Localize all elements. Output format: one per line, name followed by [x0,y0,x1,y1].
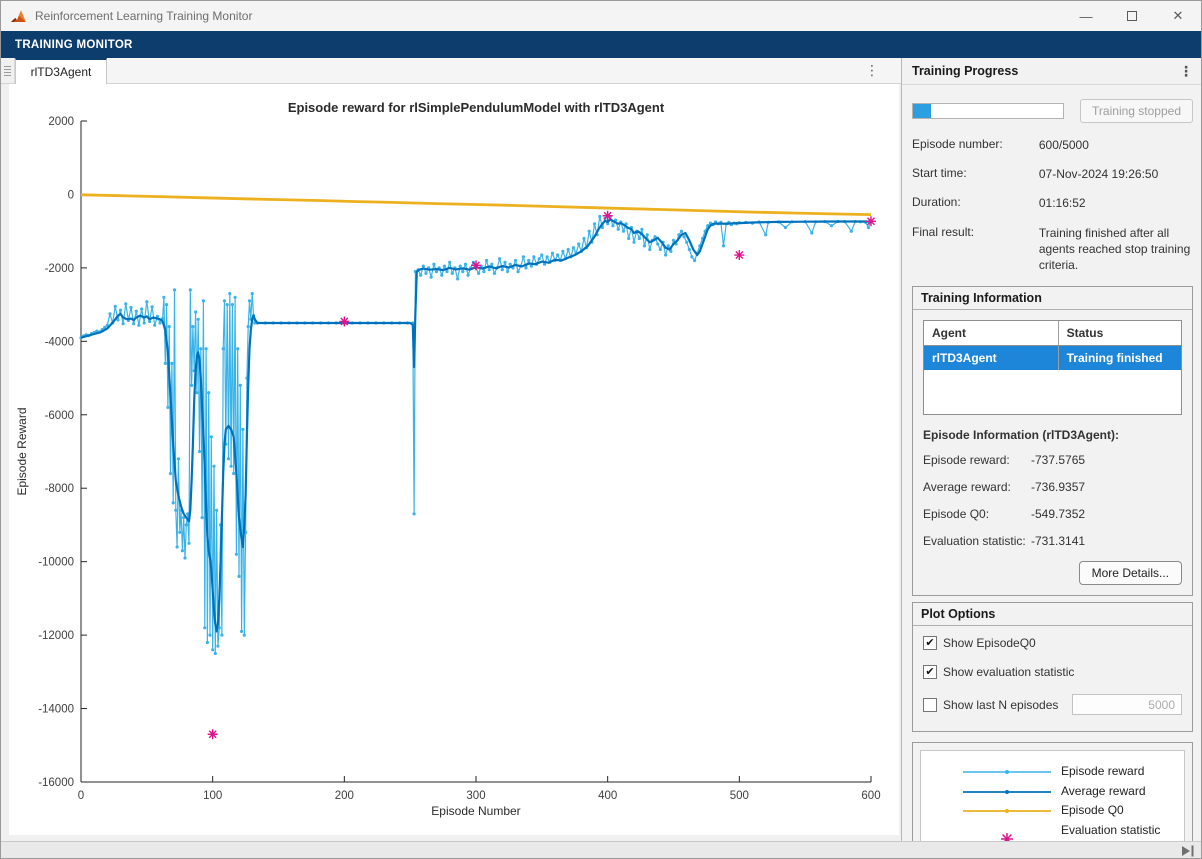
option-show-evaluation-statistic: ✔ Show evaluation statistic [923,665,1182,679]
progress-bar [912,103,1064,119]
panel-title: Training Progress [912,64,1018,78]
svg-text:-10000: -10000 [38,557,74,569]
show-episodeq0-checkbox[interactable]: ✔ [923,636,937,650]
minimize-button[interactable]: — [1063,1,1109,31]
app-window: Reinforcement Learning Training Monitor … [0,0,1202,859]
field-episode-number: Episode number: 600/5000 [912,137,1193,153]
svg-text:-16000: -16000 [38,777,74,789]
svg-text:Episode Reward: Episode Reward [15,407,29,495]
training-stopped-button[interactable]: Training stopped [1080,99,1193,123]
svg-text:600: 600 [861,790,880,802]
table-row[interactable]: rlTD3Agent Training finished [924,346,1181,370]
svg-text:0: 0 [78,790,84,802]
field-average-reward: Average reward: -736.9357 [923,480,1182,494]
svg-text:-14000: -14000 [38,704,74,716]
panel-header: Training Progress ⋮ [902,58,1202,85]
episode-information-title: Episode Information (rlTD3Agent): [923,428,1182,442]
tab-strip-menu-icon[interactable]: ⋮ [865,62,879,79]
field-start-time: Start time: 07-Nov-2024 19:26:50 [912,166,1193,182]
svg-text:2000: 2000 [48,116,74,128]
training-information-title: Training Information [913,287,1192,310]
legend-item-average-reward: Average reward [929,784,1176,800]
drag-grip-icon[interactable] [1,58,15,83]
svg-text:-2000: -2000 [45,263,74,275]
toolstrip: TRAINING MONITOR [1,31,1201,58]
table-header-row: Agent Status [924,321,1181,346]
panel-menu-icon[interactable]: ⋮ [1179,58,1193,85]
option-show-episodeq0: ✔ Show EpisodeQ0 [923,636,1182,650]
legend-item-episode-reward: Episode reward [929,764,1176,780]
svg-text:-8000: -8000 [45,483,74,495]
option-label: Show EpisodeQ0 [943,636,1036,650]
window-controls: — ✕ [1063,1,1201,31]
svg-text:-12000: -12000 [38,630,74,642]
tab-label: rlTD3Agent [31,65,92,79]
more-details-button[interactable]: More Details... [1079,561,1182,585]
episode-q0-line-swatch [963,806,1051,816]
toolstrip-tab-training-monitor[interactable]: TRAINING MONITOR [1,39,147,51]
maximize-button[interactable] [1109,1,1155,31]
title-bar: Reinforcement Learning Training Monitor … [1,1,1201,31]
svg-text:Episode Number: Episode Number [431,804,520,818]
progress-fields: Episode number: 600/5000 Start time: 07-… [912,137,1193,273]
show-last-n-episodes-checkbox[interactable] [923,698,937,712]
plot-options-title: Plot Options [913,603,1192,626]
field-duration: Duration: 01:16:52 [912,195,1193,211]
svg-text:-4000: -4000 [45,336,74,348]
training-information-section: Training Information Agent Status rlTD3A… [912,286,1193,596]
svg-text:100: 100 [203,790,222,802]
field-episode-reward: Episode reward: -737.5765 [923,453,1182,467]
document-area: rlTD3Agent ⋮ Episode reward for rlSimple… [1,58,901,841]
option-label: Show last N episodes [943,698,1058,712]
figure-panel: Episode reward for rlSimplePendulumModel… [9,84,899,835]
window-title: Reinforcement Learning Training Monitor [35,9,252,23]
field-episode-q0: Episode Q0: -549.7352 [923,507,1182,521]
svg-text:500: 500 [730,790,749,802]
svg-text:300: 300 [466,790,485,802]
svg-text:0: 0 [68,189,74,201]
reward-chart: Episode reward for rlSimplePendulumModel… [9,84,899,835]
training-progress-panel: Training Progress ⋮ Training stopped Epi… [901,58,1202,841]
plot-options-section: Plot Options ✔ Show EpisodeQ0 ✔ Show eva… [912,602,1193,732]
svg-text:Episode reward for rlSimplePen: Episode reward for rlSimplePendulumModel… [288,100,665,115]
progress-row: Training stopped [912,99,1193,123]
show-evaluation-statistic-checkbox[interactable]: ✔ [923,665,937,679]
tab-rltd3agent[interactable]: rlTD3Agent [15,58,107,84]
agent-status-table: Agent Status rlTD3Agent Training finishe… [923,320,1182,415]
close-button[interactable]: ✕ [1155,1,1201,31]
expand-status-bar-icon[interactable] [1181,845,1195,857]
progress-fill [913,104,931,118]
field-evaluation-statistic: Evaluation statistic: -731.3141 [923,534,1182,548]
svg-text:400: 400 [598,790,617,802]
status-bar [1,841,1201,859]
legend-item-episode-q0: Episode Q0 [929,803,1176,819]
last-n-episodes-input[interactable] [1072,694,1182,715]
option-label: Show evaluation statistic [943,665,1074,679]
matlab-logo-icon [10,9,27,24]
option-show-last-n-episodes: Show last N episodes [923,694,1182,715]
field-final-result: Final result: Training finished after al… [912,225,1193,274]
episode-reward-line-swatch [963,767,1051,777]
svg-text:200: 200 [335,790,354,802]
svg-text:-6000: -6000 [45,410,74,422]
average-reward-line-swatch [963,787,1051,797]
table-empty-area [924,370,1181,414]
document-tab-strip: rlTD3Agent ⋮ [1,58,901,84]
